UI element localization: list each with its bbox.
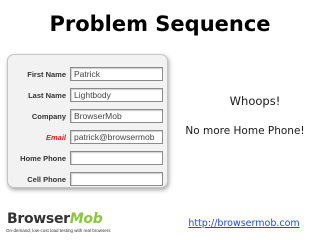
last-name-label: Last Name xyxy=(28,91,66,100)
browsermob-site-link[interactable]: http://browsermob.com xyxy=(172,216,316,232)
email-field[interactable]: patrick@browsermob xyxy=(70,130,163,144)
signup-form-panel: First Name Patrick Last Name Lightbody C… xyxy=(7,54,168,188)
form-row-first-name: First Name Patrick xyxy=(8,67,169,83)
home-phone-label: Home Phone xyxy=(20,154,66,163)
cell-phone-label: Cell Phone xyxy=(27,175,66,184)
logo-word-mob: Mob xyxy=(69,211,103,227)
form-row-company: Company BrowserMob xyxy=(8,109,169,125)
form-row-home-phone: Home Phone xyxy=(8,151,169,167)
logo-wordmark: BrowserMob xyxy=(7,211,103,227)
form-row-email: Email patrick@browsermob xyxy=(8,130,169,146)
whoops-callout: Whoops! xyxy=(229,94,281,108)
last-name-field[interactable]: Lightbody xyxy=(70,88,163,102)
no-home-phone-callout: No more Home Phone! xyxy=(185,125,305,137)
email-label: Email xyxy=(45,133,66,142)
form-row-cell-phone: Cell Phone xyxy=(8,172,169,188)
first-name-label: First Name xyxy=(27,70,66,79)
home-phone-field[interactable] xyxy=(70,151,163,165)
logo-word-browser: Browser xyxy=(7,211,70,227)
logo-tagline: On-demand, low-cost load testing with re… xyxy=(6,228,111,233)
form-row-last-name: Last Name Lightbody xyxy=(8,88,169,104)
browsermob-logo: BrowserMob On-demand, low-cost load test… xyxy=(6,211,124,239)
company-label: Company xyxy=(31,112,66,121)
slide-title: Problem Sequence xyxy=(49,12,271,36)
first-name-field[interactable]: Patrick xyxy=(70,67,163,81)
cell-phone-field[interactable] xyxy=(70,172,163,186)
company-field[interactable]: BrowserMob xyxy=(70,109,163,123)
